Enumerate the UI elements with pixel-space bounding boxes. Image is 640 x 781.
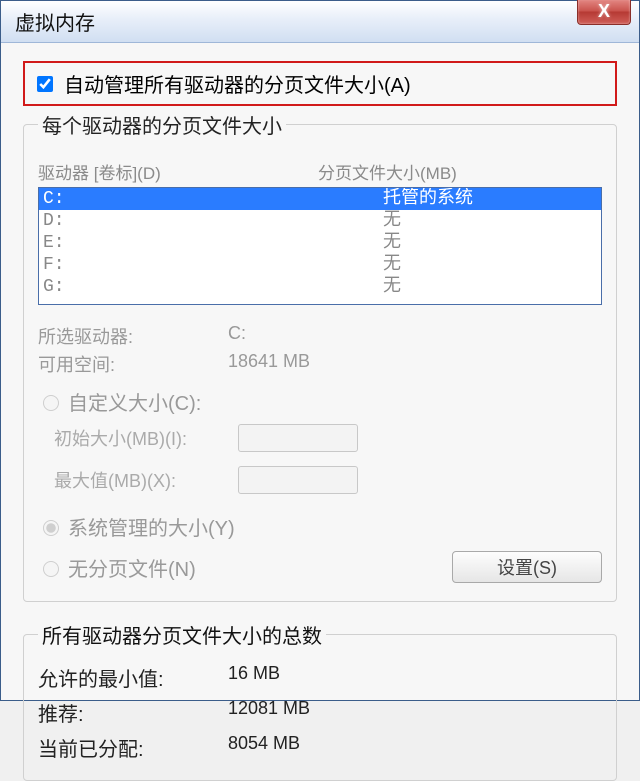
auto-manage-checkbox[interactable] (37, 76, 53, 92)
auto-manage-row: 自动管理所有驱动器的分页文件大小(A) (23, 61, 617, 106)
max-size-label: 最大值(MB)(X): (38, 467, 238, 493)
set-button-label: 设置(S) (497, 554, 557, 580)
no-paging-radio[interactable] (43, 561, 59, 577)
window-title: 虚拟内存 (15, 7, 95, 36)
drive-letter: D: (43, 210, 383, 232)
drive-pagefile-size: 托管的系统 (383, 188, 597, 210)
header-drive: 驱动器 [卷标](D) (38, 159, 318, 184)
selected-drive-label: 所选驱动器: (38, 323, 228, 349)
no-paging-row: 无分页文件(N) (38, 553, 196, 582)
initial-size-row: 初始大小(MB)(I): (38, 424, 602, 452)
free-space-value: 18641 MB (228, 351, 602, 377)
per-drive-group: 每个驱动器的分页文件大小 驱动器 [卷标](D) 分页文件大小(MB) C:托管… (23, 110, 617, 602)
min-value: 16 MB (228, 663, 602, 692)
drive-row[interactable]: G:无 (39, 276, 601, 298)
content-area: 自动管理所有驱动器的分页文件大小(A) 每个驱动器的分页文件大小 驱动器 [卷标… (1, 43, 639, 700)
totals-legend: 所有驱动器分页文件大小的总数 (38, 620, 326, 649)
no-paging-label: 无分页文件(N) (68, 553, 196, 582)
drive-list[interactable]: C:托管的系统D:无E:无F:无G:无 (38, 187, 602, 305)
auto-manage-label: 自动管理所有驱动器的分页文件大小(A) (64, 69, 411, 98)
min-label: 允许的最小值: (38, 663, 228, 692)
custom-size-row: 自定义大小(C): (38, 387, 602, 416)
drive-letter: F: (43, 254, 383, 276)
max-size-row: 最大值(MB)(X): (38, 466, 602, 494)
titlebar: 虚拟内存 X (1, 1, 639, 43)
drive-letter: E: (43, 232, 383, 254)
header-size: 分页文件大小(MB) (318, 159, 602, 184)
custom-size-label: 自定义大小(C): (68, 387, 201, 416)
no-paging-and-set-row: 无分页文件(N) 设置(S) (38, 551, 602, 583)
custom-size-radio[interactable] (43, 395, 59, 411)
rec-label: 推荐: (38, 698, 228, 727)
drive-pagefile-size: 无 (383, 232, 597, 254)
drive-pagefile-size: 无 (383, 210, 597, 232)
initial-size-input[interactable] (238, 424, 358, 452)
rec-value: 12081 MB (228, 698, 602, 727)
free-space-row: 可用空间: 18641 MB (38, 351, 602, 377)
set-button[interactable]: 设置(S) (452, 551, 602, 583)
virtual-memory-dialog: 虚拟内存 X 自动管理所有驱动器的分页文件大小(A) 每个驱动器的分页文件大小 … (0, 0, 640, 701)
close-icon: X (598, 1, 610, 22)
drive-row[interactable]: C:托管的系统 (39, 188, 601, 210)
min-row: 允许的最小值: 16 MB (38, 663, 602, 692)
drive-row[interactable]: F:无 (39, 254, 601, 276)
system-managed-label: 系统管理的大小(Y) (68, 512, 235, 541)
cur-label: 当前已分配: (38, 733, 228, 762)
cur-row: 当前已分配: 8054 MB (38, 733, 602, 762)
drive-letter: G: (43, 276, 383, 298)
rec-row: 推荐: 12081 MB (38, 698, 602, 727)
system-managed-row: 系统管理的大小(Y) (38, 512, 602, 541)
per-drive-legend: 每个驱动器的分页文件大小 (38, 110, 286, 139)
max-size-input[interactable] (238, 466, 358, 494)
drive-list-headers: 驱动器 [卷标](D) 分页文件大小(MB) (38, 159, 602, 184)
close-button[interactable]: X (577, 0, 631, 25)
initial-size-label: 初始大小(MB)(I): (38, 425, 238, 451)
drive-row[interactable]: E:无 (39, 232, 601, 254)
drive-pagefile-size: 无 (383, 276, 597, 298)
drive-pagefile-size: 无 (383, 254, 597, 276)
selected-drive-value: C: (228, 323, 602, 349)
cur-value: 8054 MB (228, 733, 602, 762)
free-space-label: 可用空间: (38, 351, 228, 377)
system-managed-radio[interactable] (43, 520, 59, 536)
selected-drive-row: 所选驱动器: C: (38, 323, 602, 349)
drive-letter: C: (43, 188, 383, 210)
drive-row[interactable]: D:无 (39, 210, 601, 232)
